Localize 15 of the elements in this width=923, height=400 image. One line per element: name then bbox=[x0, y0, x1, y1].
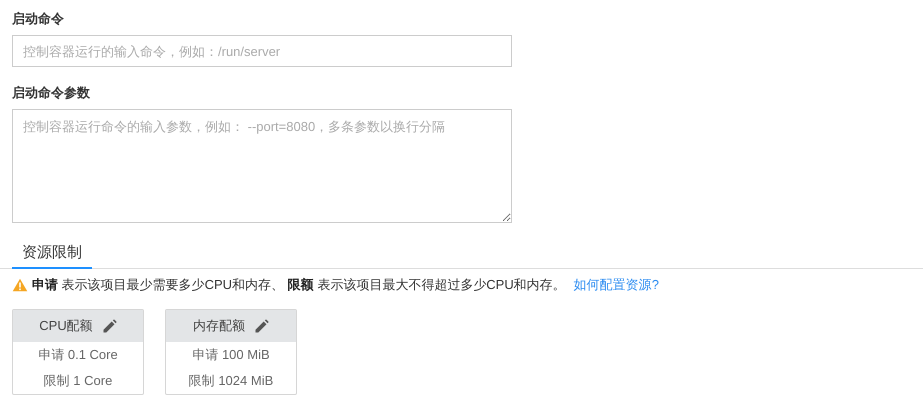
notice-text: 申请 表示该项目最少需要多少CPU和内存、 限额 表示该项目最大不得超过多少CPU和内存。 bbox=[32, 276, 566, 294]
field-label: 启动命令 bbox=[12, 10, 64, 28]
pencil-icon[interactable] bbox=[102, 319, 117, 333]
pencil-icon[interactable] bbox=[255, 319, 269, 333]
card-title: 内存配额 bbox=[193, 317, 245, 335]
tab[interactable]: 资源限制 bbox=[12, 243, 92, 269]
limit-text: 限制 1 Core bbox=[42, 372, 114, 390]
textarea-field[interactable]: 控制容器运行命令的输入参数，例如： --port=8080，多条参数以换行分隔 bbox=[12, 109, 512, 223]
limit-text: 限制 1024 MiB bbox=[188, 372, 274, 390]
field-label: 启动命令参数 bbox=[12, 84, 90, 102]
card-title: CPU配额 bbox=[39, 317, 93, 335]
request-text: 申请 100 MiB bbox=[191, 346, 271, 364]
input-field[interactable]: 控制容器运行的输入命令，例如：/run/server bbox=[12, 35, 512, 67]
request-text: 申请 0.1 Core bbox=[37, 346, 119, 364]
warning-icon bbox=[12, 278, 28, 292]
